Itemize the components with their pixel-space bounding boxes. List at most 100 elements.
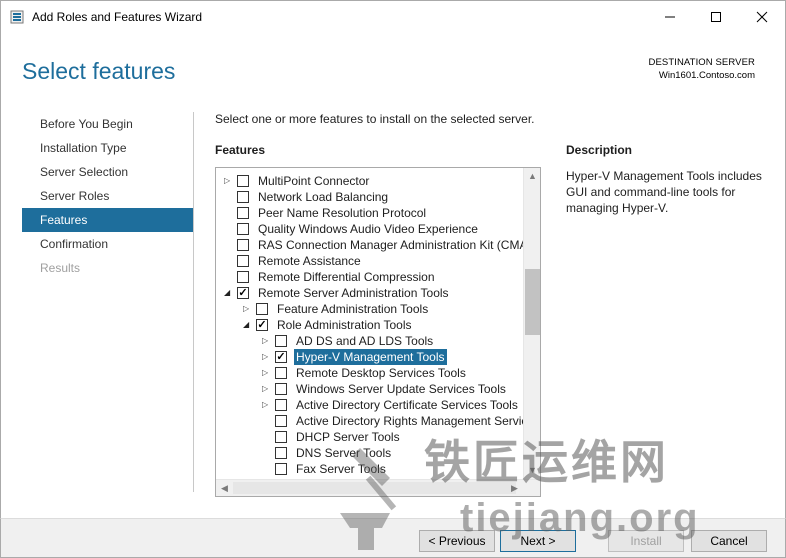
feature-checkbox[interactable] — [256, 303, 268, 315]
feature-checkbox[interactable] — [237, 223, 249, 235]
nav-item-before-you-begin[interactable]: Before You Begin — [22, 112, 193, 136]
nav-item-installation-type[interactable]: Installation Type — [22, 136, 193, 160]
feature-label[interactable]: Remote Differential Compression — [256, 269, 437, 285]
feature-row[interactable]: ▷ AD DS and AD LDS Tools — [216, 333, 522, 349]
scroll-down-arrow-icon[interactable]: ▼ — [524, 462, 540, 479]
feature-checkbox[interactable] — [275, 415, 287, 427]
feature-row[interactable]: Remote Differential Compression — [216, 269, 522, 285]
feature-row[interactable]: DHCP Server Tools — [216, 429, 522, 445]
collapsed-arrow-icon[interactable]: ▷ — [243, 303, 253, 315]
feature-row[interactable]: Peer Name Resolution Protocol — [216, 205, 522, 221]
feature-label[interactable]: DHCP Server Tools — [294, 429, 402, 445]
collapsed-arrow-icon[interactable]: ▷ — [262, 399, 272, 411]
maximize-icon — [711, 12, 721, 22]
feature-row[interactable]: DNS Server Tools — [216, 445, 522, 461]
nav-item-server-roles[interactable]: Server Roles — [22, 184, 193, 208]
feature-label[interactable]: Hyper-V Management Tools — [294, 349, 447, 365]
server-manager-icon — [10, 10, 24, 24]
page-title: Select features — [22, 58, 176, 84]
next-button[interactable]: Next > — [500, 530, 576, 552]
feature-label[interactable]: Active Directory Certificate Services To… — [294, 397, 520, 413]
horizontal-scrollbar[interactable]: ◀ ▶ — [216, 479, 540, 496]
collapsed-arrow-icon[interactable]: ▷ — [262, 335, 272, 347]
feature-label[interactable]: Windows Server Update Services Tools — [294, 381, 508, 397]
features-tree[interactable]: ▷ MultiPoint Connector Network Load Balanc… — [215, 167, 541, 497]
wizard-body: Before You Begin Installation Type Serve… — [0, 92, 786, 518]
vertical-scroll-thumb[interactable] — [525, 269, 540, 335]
nav-item-confirmation[interactable]: Confirmation — [22, 232, 193, 256]
install-button: Install — [608, 530, 684, 552]
close-button[interactable] — [739, 1, 785, 33]
nav-item-server-selection[interactable]: Server Selection — [22, 160, 193, 184]
feature-label[interactable]: RAS Connection Manager Administration Ki… — [256, 237, 529, 253]
close-icon — [756, 11, 768, 23]
maximize-button[interactable] — [693, 1, 739, 33]
feature-label[interactable]: Network Load Balancing — [256, 189, 390, 205]
wizard-nav: Before You Begin Installation Type Serve… — [22, 112, 193, 280]
feature-checkbox[interactable] — [275, 367, 287, 379]
feature-checkbox[interactable] — [237, 175, 249, 187]
collapsed-arrow-icon[interactable]: ▷ — [262, 383, 272, 395]
feature-label[interactable]: Peer Name Resolution Protocol — [256, 205, 428, 221]
feature-row[interactable]: Quality Windows Audio Video Experience — [216, 221, 522, 237]
description-heading: Description — [566, 143, 633, 157]
feature-checkbox[interactable] — [275, 399, 287, 411]
feature-checkbox[interactable] — [237, 207, 249, 219]
collapsed-arrow-icon[interactable]: ▷ — [262, 351, 272, 363]
feature-checkbox[interactable]: ✓ — [256, 319, 268, 331]
feature-row[interactable]: ◢ ✓ Role Administration Tools — [216, 317, 522, 333]
feature-row[interactable]: RAS Connection Manager Administration Ki… — [216, 237, 527, 253]
feature-checkbox[interactable] — [275, 335, 287, 347]
feature-checkbox[interactable]: ✓ — [275, 351, 287, 363]
feature-label[interactable]: Remote Desktop Services Tools — [294, 365, 468, 381]
minimize-button[interactable] — [647, 1, 693, 33]
feature-label[interactable]: AD DS and AD LDS Tools — [294, 333, 435, 349]
horizontal-scroll-track[interactable] — [233, 482, 516, 494]
scroll-right-arrow-icon[interactable]: ▶ — [506, 480, 523, 496]
feature-label[interactable]: Remote Assistance — [256, 253, 363, 269]
feature-checkbox[interactable] — [275, 431, 287, 443]
feature-checkbox[interactable] — [275, 383, 287, 395]
feature-checkbox[interactable] — [275, 463, 287, 475]
feature-row[interactable]: Active Directory Rights Management Servi… — [216, 413, 527, 429]
feature-row[interactable]: ◢ ✓ Remote Server Administration Tools — [216, 285, 522, 301]
expanded-arrow-icon[interactable]: ◢ — [224, 287, 234, 299]
scroll-left-arrow-icon[interactable]: ◀ — [216, 480, 233, 496]
feature-row[interactable]: Fax Server Tools — [216, 461, 522, 477]
feature-label[interactable]: Fax Server Tools — [294, 461, 388, 477]
feature-label[interactable]: DNS Server Tools — [294, 445, 393, 461]
feature-row[interactable]: ▷ ✓ Hyper-V Management Tools — [216, 349, 522, 365]
feature-label[interactable]: Feature Administration Tools — [275, 301, 430, 317]
feature-checkbox[interactable] — [237, 255, 249, 267]
feature-checkbox[interactable] — [237, 191, 249, 203]
feature-label[interactable]: Active Directory Rights Management Servi… — [294, 413, 529, 429]
destination-server-name: Win1601.Contoso.com — [658, 70, 755, 81]
collapsed-arrow-icon[interactable]: ▷ — [224, 175, 234, 187]
feature-row[interactable]: ▷ Feature Administration Tools — [216, 301, 522, 317]
vertical-scrollbar[interactable]: ▲ ▼ — [523, 168, 540, 479]
features-list: ▷ MultiPoint Connector Network Load Balanc… — [216, 173, 527, 477]
feature-checkbox[interactable] — [237, 239, 249, 251]
feature-label[interactable]: Remote Server Administration Tools — [256, 285, 451, 301]
wizard-header: Select features DESTINATION SERVER Win16… — [0, 32, 786, 92]
feature-label[interactable]: Quality Windows Audio Video Experience — [256, 221, 480, 237]
feature-row[interactable]: ▷ Windows Server Update Services Tools — [216, 381, 522, 397]
feature-checkbox[interactable] — [275, 447, 287, 459]
feature-checkbox[interactable] — [237, 271, 249, 283]
minimize-icon — [665, 16, 675, 18]
feature-row[interactable]: ▷ Active Directory Certificate Services T… — [216, 397, 522, 413]
feature-checkbox[interactable]: ✓ — [237, 287, 249, 299]
feature-row[interactable]: ▷ MultiPoint Connector — [216, 173, 522, 189]
feature-row[interactable]: ▷ Remote Desktop Services Tools — [216, 365, 522, 381]
feature-label[interactable]: Role Administration Tools — [275, 317, 414, 333]
previous-button[interactable]: < Previous — [419, 530, 495, 552]
feature-label[interactable]: MultiPoint Connector — [256, 173, 371, 189]
collapsed-arrow-icon[interactable]: ▷ — [262, 367, 272, 379]
scroll-up-arrow-icon[interactable]: ▲ — [524, 168, 540, 185]
expanded-arrow-icon[interactable]: ◢ — [243, 319, 253, 331]
feature-row[interactable]: Remote Assistance — [216, 253, 522, 269]
cancel-button[interactable]: Cancel — [691, 530, 767, 552]
feature-row[interactable]: Network Load Balancing — [216, 189, 522, 205]
description-text: Hyper-V Management Tools includes GUI an… — [566, 169, 762, 215]
nav-item-features[interactable]: Features — [22, 208, 193, 232]
